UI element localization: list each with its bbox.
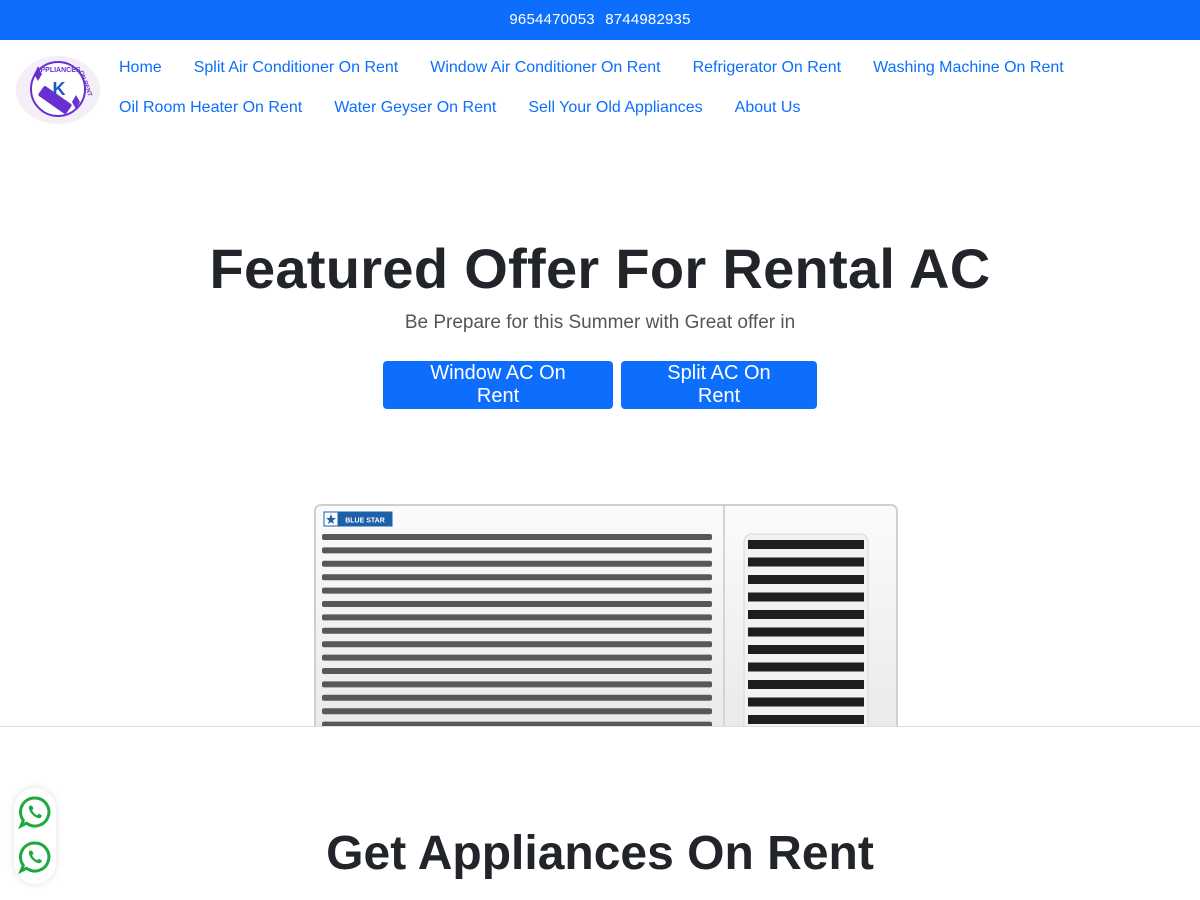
logo-image: K APPLIANCES ON RENT: [16, 56, 100, 124]
ac-louver: [322, 534, 712, 540]
ac-vent-slat: [748, 540, 864, 549]
nav-refrigerator[interactable]: Refrigerator On Rent: [677, 57, 858, 79]
ac-louver: [322, 574, 712, 581]
nav-home[interactable]: Home: [103, 57, 178, 79]
ac-louver: [322, 587, 712, 594]
ac-vent-slat: [748, 592, 864, 602]
ac-vent-slat: [748, 557, 864, 567]
ac-vent-slat: [748, 697, 864, 707]
hero-buttons: Window AC On Rent Split AC On Rent: [0, 361, 1200, 409]
ac-louver: [322, 694, 712, 701]
whatsapp-icon[interactable]: [18, 795, 52, 829]
ac-vent-slat: [748, 610, 864, 619]
hero-section: Featured Offer For Rental AC Be Prepare …: [0, 136, 1200, 726]
ac-illustration: BLUE STAR: [314, 504, 898, 726]
nav-oil-heater[interactable]: Oil Room Heater On Rent: [103, 97, 318, 119]
nav-window-ac[interactable]: Window Air Conditioner On Rent: [414, 57, 676, 79]
nav-sell-appliances[interactable]: Sell Your Old Appliances: [512, 97, 718, 119]
whatsapp-float: [14, 788, 56, 884]
ac-louver: [322, 681, 712, 688]
ac-vent-slat: [748, 680, 864, 689]
whatsapp-icon[interactable]: [18, 840, 52, 874]
contact-bar: 9654470053 8744982935: [0, 0, 1200, 40]
ac-louver: [322, 668, 712, 674]
svg-text:K: K: [53, 79, 66, 99]
ac-louver: [322, 560, 712, 567]
ac-vent-slat: [748, 645, 864, 654]
phone-number-1[interactable]: 9654470053: [509, 11, 594, 28]
ac-vent-slat: [748, 627, 864, 637]
ac-vent-slat: [748, 715, 864, 724]
brand-logo[interactable]: K APPLIANCES ON RENT: [14, 54, 102, 124]
split-ac-button[interactable]: Split AC On Rent: [621, 361, 817, 409]
ac-louver: [322, 547, 712, 554]
ac-louver: [322, 708, 712, 715]
nav-water-geyser[interactable]: Water Geyser On Rent: [318, 97, 512, 119]
phone-number-2[interactable]: 8744982935: [605, 11, 690, 28]
nav-split-ac[interactable]: Split Air Conditioner On Rent: [178, 57, 415, 79]
window-ac-image: BLUE STAR: [314, 504, 898, 726]
main-navbar: K APPLIANCES ON RENT Home Split Air Cond…: [0, 40, 1200, 136]
ac-vent-slat: [748, 662, 864, 672]
nav-washing-machine[interactable]: Washing Machine On Rent: [857, 57, 1080, 79]
ac-louver: [322, 627, 712, 634]
nav-about-us[interactable]: About Us: [719, 97, 817, 119]
hero-title: Featured Offer For Rental AC: [209, 237, 991, 300]
ac-louver: [322, 601, 712, 607]
section-divider: [0, 726, 1200, 727]
nav-row-2: Oil Room Heater On Rent Water Geyser On …: [103, 97, 816, 119]
ac-vent-slat: [748, 575, 864, 584]
appliances-section-title: Get Appliances On Rent: [326, 827, 874, 880]
ac-louver: [322, 641, 712, 648]
svg-text:BLUE STAR: BLUE STAR: [345, 518, 385, 525]
hero-subtitle: Be Prepare for this Summer with Great of…: [404, 312, 796, 333]
ac-louver: [322, 614, 712, 621]
svg-text:APPLIANCES: APPLIANCES: [35, 67, 80, 74]
window-ac-button[interactable]: Window AC On Rent: [383, 361, 613, 409]
ac-louver: [322, 654, 712, 661]
nav-row-1: Home Split Air Conditioner On Rent Windo…: [103, 57, 1080, 79]
